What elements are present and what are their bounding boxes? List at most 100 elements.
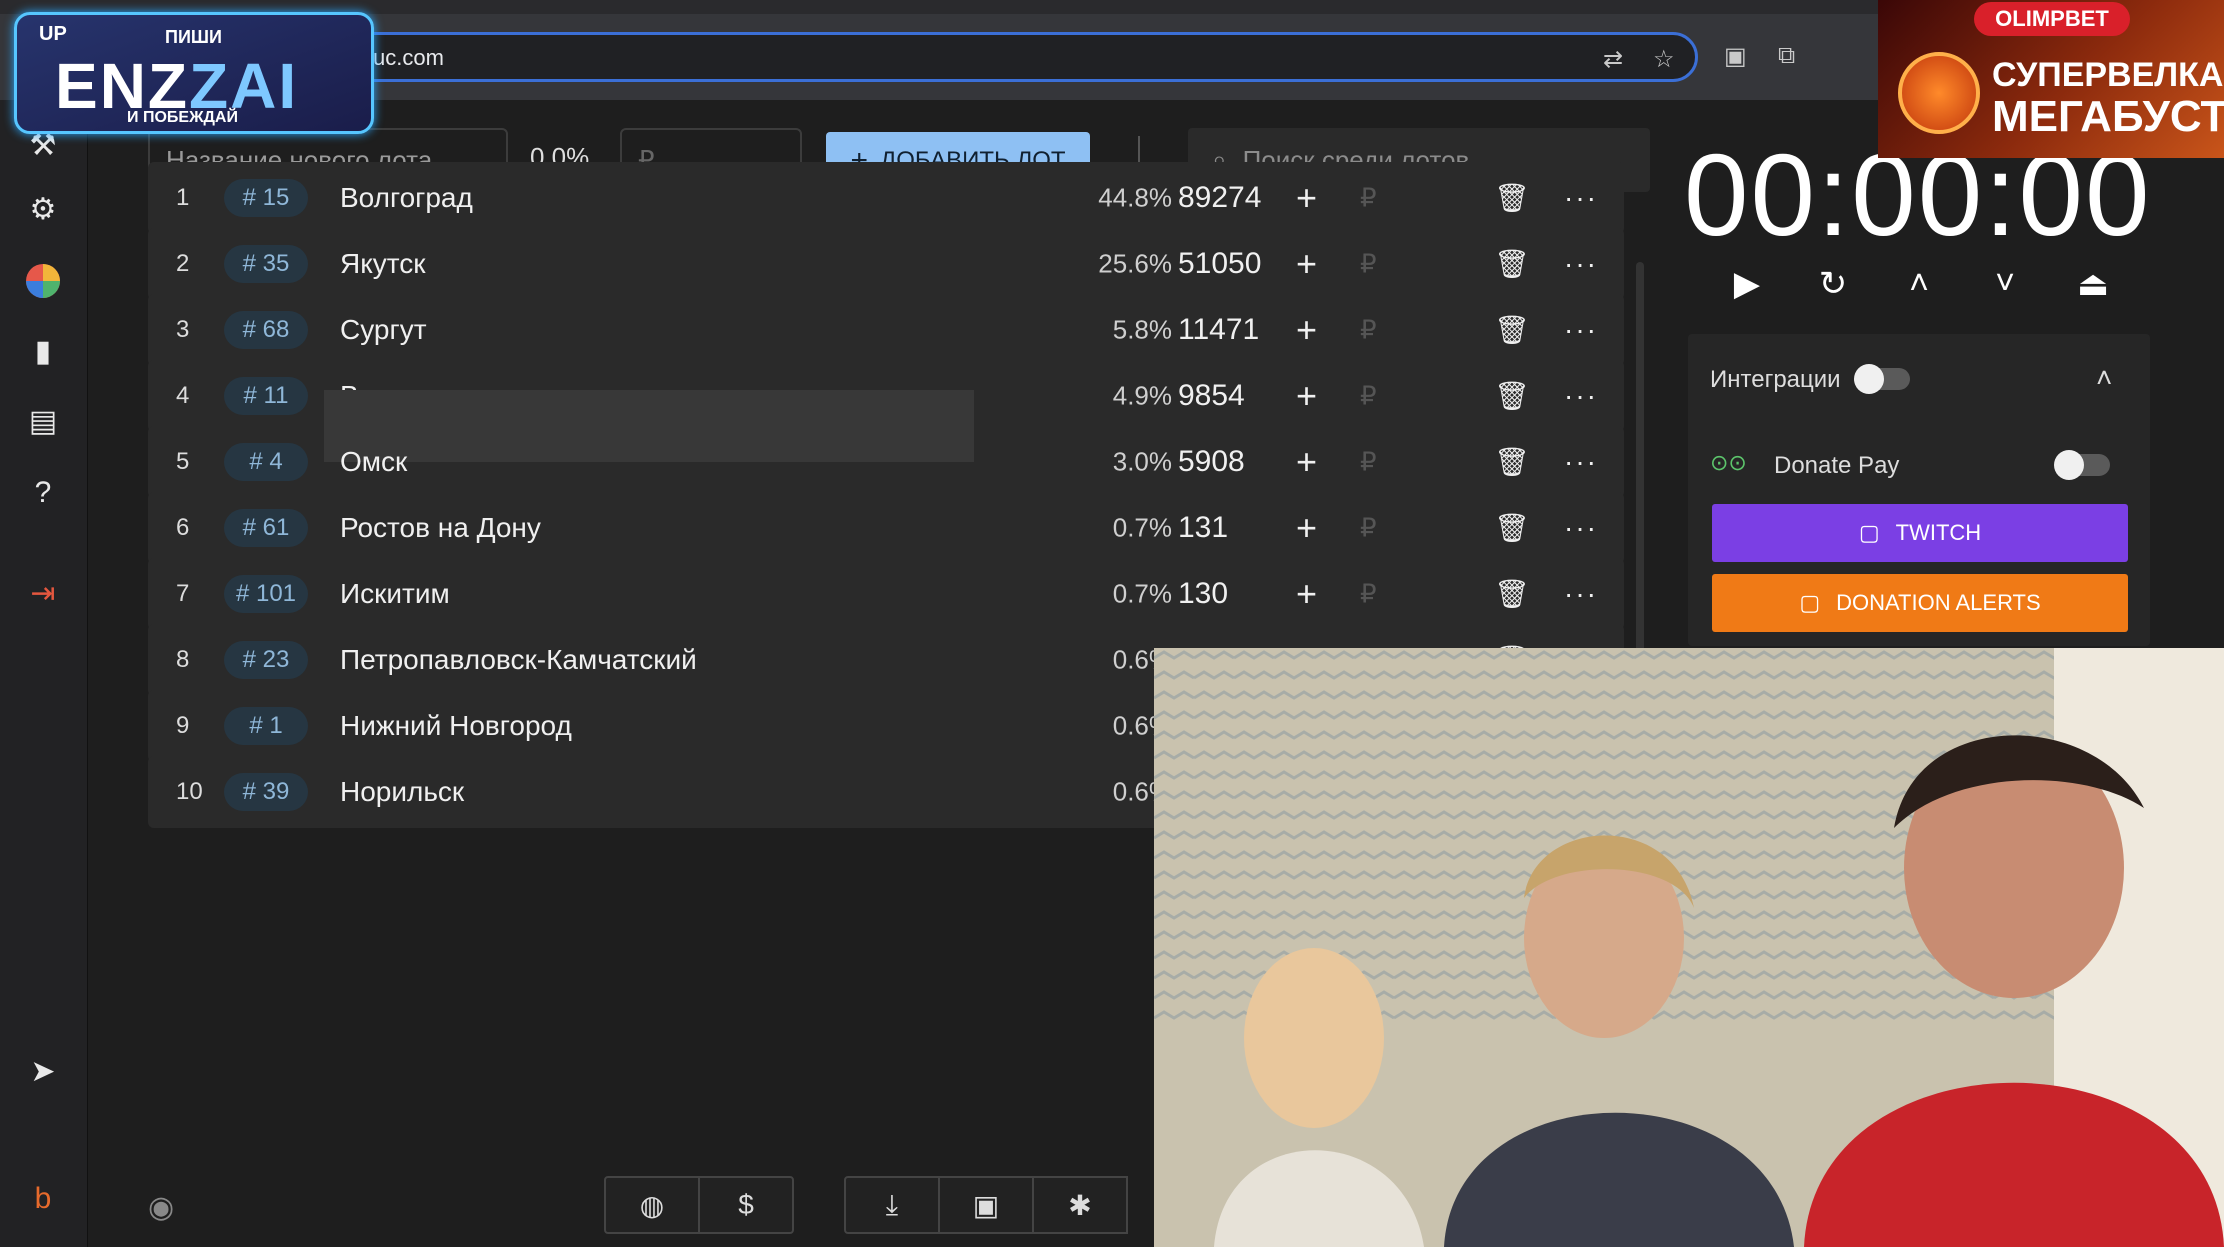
puzzle-icon[interactable]: ⧉ — [1778, 42, 1795, 70]
more-icon[interactable]: ··· — [1564, 380, 1598, 412]
lot-amount[interactable]: 5908 — [1178, 445, 1245, 479]
telegram-icon[interactable]: ➤ — [20, 1048, 66, 1094]
lot-number: 2 — [176, 250, 190, 277]
clipboard-icon[interactable]: ▤ — [20, 398, 66, 444]
plus-icon[interactable]: + — [1296, 243, 1317, 285]
lot-id-tag: # 61 — [224, 509, 308, 547]
dollar-icon: $ — [738, 1189, 754, 1220]
lot-row[interactable]: 5 # 4 Омск 3.0% 5908 + ₽ 🗑 ··· — [148, 390, 1624, 498]
twitch-button[interactable]: ▢ TWITCH — [1712, 504, 2128, 562]
lot-name[interactable]: Искитим — [340, 578, 450, 610]
logout-icon[interactable]: ⇥ — [20, 570, 66, 616]
lot-name[interactable]: Сургут — [340, 314, 427, 346]
lot-id-tag: # 1 — [224, 707, 308, 745]
lot-number: 4 — [176, 382, 190, 409]
lot-number: 7 — [176, 580, 190, 607]
lot-name[interactable]: Нижний Новгород — [340, 710, 572, 742]
plus-icon[interactable]: + — [1296, 177, 1317, 219]
github-button[interactable]: ◍ — [604, 1176, 700, 1234]
donation-alerts-label: DONATION ALERTS — [1836, 590, 2041, 615]
chevron-down-icon[interactable]: ˅ — [1980, 264, 2030, 303]
more-icon[interactable]: ··· — [1564, 248, 1598, 280]
translate-icon[interactable]: ⇄ — [1603, 45, 1623, 74]
lot-amount[interactable]: 9854 — [1178, 379, 1245, 413]
plus-icon[interactable]: + — [1296, 375, 1317, 417]
wheel-icon[interactable] — [20, 258, 66, 304]
github-icon: ◍ — [639, 1189, 665, 1221]
integrations-toggle[interactable] — [1854, 364, 1910, 394]
lot-percent: 0.6% — [1112, 776, 1172, 807]
lot-add-amount-input[interactable]: ₽ — [1360, 249, 1377, 280]
lot-name[interactable]: Якутск — [340, 248, 426, 280]
double-chevron-up-icon[interactable]: ⏏ — [2068, 264, 2118, 304]
lot-percent: 25.6% — [1098, 248, 1172, 279]
bug-icon: ✱ — [1068, 1189, 1092, 1221]
plus-icon[interactable]: + — [1296, 309, 1317, 351]
lot-name[interactable]: Волгоград — [340, 182, 473, 214]
lot-amount[interactable]: 11471 — [1178, 313, 1259, 347]
lot-id-tag: # 39 — [224, 773, 308, 811]
lot-add-amount-input[interactable]: ₽ — [1360, 447, 1377, 478]
gear-icon[interactable]: ⚙ — [20, 186, 66, 232]
donate-pay-toggle[interactable] — [2054, 450, 2110, 480]
trash-icon[interactable]: 🗑 — [1494, 512, 1530, 545]
help-icon[interactable]: ? — [20, 470, 66, 516]
more-icon[interactable]: ··· — [1564, 512, 1598, 544]
more-icon[interactable]: ··· — [1564, 446, 1598, 478]
eye-icon[interactable]: ◉ — [148, 1190, 174, 1225]
lot-add-amount-input[interactable]: ₽ — [1360, 183, 1377, 214]
donation-alerts-button[interactable]: ▢ DONATION ALERTS — [1712, 574, 2128, 632]
reset-icon[interactable]: ↻ — [1808, 264, 1858, 304]
lot-row[interactable]: 1 # 15 Волгоград 44.8% 89274 + ₽ 🗑 ··· — [148, 162, 1624, 234]
plus-icon[interactable]: + — [1296, 573, 1317, 615]
lot-name[interactable]: Омск — [340, 446, 407, 478]
lot-name[interactable]: Норильск — [340, 776, 464, 808]
lot-add-amount-input[interactable]: ₽ — [1360, 513, 1377, 544]
sponsor-banner: OLIMPBET СУПЕРВЕЛКАМ МЕГАБУСТ — [1878, 0, 2224, 158]
extension-icon[interactable]: ▣ — [1724, 42, 1747, 71]
lot-id-tag: # 4 — [224, 443, 308, 481]
sponsor-brand: OLIMPBET — [1974, 2, 2130, 36]
play-icon[interactable]: ▶ — [1722, 264, 1772, 304]
lot-name[interactable]: Петропавловск-Камчатский — [340, 644, 697, 676]
more-icon[interactable]: ··· — [1564, 182, 1598, 214]
lot-add-amount-input[interactable]: ₽ — [1360, 381, 1377, 412]
logo-up-text: UP — [39, 23, 67, 45]
lot-row[interactable]: 6 # 61 Ростов на Дону 0.7% 131 + ₽ 🗑 ··· — [148, 492, 1624, 564]
save-button[interactable]: ▣ — [938, 1176, 1034, 1234]
lot-amount[interactable]: 130 — [1178, 577, 1228, 611]
lot-row[interactable]: 2 # 35 Якутск 25.6% 51050 + ₽ 🗑 ··· — [148, 228, 1624, 300]
donation-alerts-icon: ▢ — [1799, 590, 1821, 615]
lot-add-amount-input[interactable]: ₽ — [1360, 315, 1377, 346]
lot-row[interactable]: 7 # 101 Искитим 0.7% 130 + ₽ 🗑 ··· — [148, 558, 1624, 630]
lot-add-amount-input[interactable]: ₽ — [1360, 579, 1377, 610]
more-icon[interactable]: ··· — [1564, 578, 1598, 610]
trash-icon[interactable]: 🗑 — [1494, 314, 1530, 347]
trash-icon[interactable]: 🗑 — [1494, 380, 1530, 413]
collapse-chevron-icon[interactable]: ˄ — [2096, 362, 2112, 394]
bar-chart-icon[interactable]: ▮ — [20, 328, 66, 374]
lot-amount[interactable]: 89274 — [1178, 181, 1261, 215]
lot-name-hover-highlight — [324, 390, 974, 462]
plus-icon[interactable]: + — [1296, 441, 1317, 483]
sponsor-line2: МЕГАБУСТ — [1992, 92, 2224, 141]
chevron-up-icon[interactable]: ˄ — [1894, 264, 1944, 303]
lot-amount[interactable]: 51050 — [1178, 247, 1261, 281]
plus-icon[interactable]: + — [1296, 507, 1317, 549]
lot-name[interactable]: Ростов на Дону — [340, 512, 541, 544]
trash-icon[interactable]: 🗑 — [1494, 248, 1530, 281]
app-sidebar: ⚒ ⚙ ▮ ▤ ? ⇥ ➤ b — [0, 100, 88, 1247]
download-button[interactable]: ⤓ — [844, 1176, 940, 1234]
sponsor-line1: СУПЕРВЕЛКАМ — [1992, 56, 2224, 94]
trash-icon[interactable]: 🗑 — [1494, 578, 1530, 611]
donate-button[interactable]: $ — [698, 1176, 794, 1234]
lot-row[interactable]: 3 # 68 Сургут 5.8% 11471 + ₽ 🗑 ··· — [148, 294, 1624, 366]
trash-icon[interactable]: 🗑 — [1494, 182, 1530, 215]
lot-percent: 4.9% — [1112, 380, 1172, 411]
bookmark-star-icon[interactable]: ☆ — [1653, 45, 1675, 74]
more-icon[interactable]: ··· — [1564, 314, 1598, 346]
bug-report-button[interactable]: ✱ — [1032, 1176, 1128, 1234]
trash-icon[interactable]: 🗑 — [1494, 446, 1530, 479]
lot-number: 5 — [176, 448, 190, 475]
lot-amount[interactable]: 131 — [1178, 511, 1228, 545]
